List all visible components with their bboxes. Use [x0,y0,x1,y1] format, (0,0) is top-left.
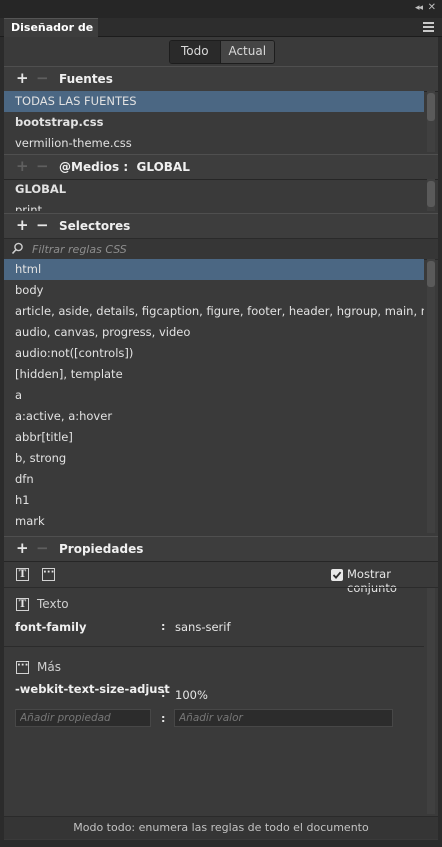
properties-scrollbar[interactable] [427,588,435,814]
add-property-button[interactable]: + [16,539,29,557]
property-value[interactable]: 100% [175,688,208,702]
sources-title: Fuentes [59,72,113,86]
more-category-label: Más [37,660,61,674]
property-name[interactable]: font-family [15,620,87,634]
selectors-title: Selectores [59,219,131,233]
properties-header: + − Propiedades [4,536,438,562]
selector-item[interactable]: h1 [4,490,424,511]
search-icon [11,242,23,255]
media-scope: GLOBAL [136,160,190,174]
panel-tab-css-designer[interactable]: Diseñador de CSS [4,18,98,52]
more-category-icon[interactable]: ··· [42,568,55,581]
remove-property-button[interactable]: − [36,539,49,557]
media-item[interactable]: print [4,200,424,211]
more-icon: ··· [16,661,29,674]
property-separator: : [161,712,166,725]
remove-media-button[interactable]: − [36,157,49,175]
selector-item[interactable]: abbr[title] [4,427,424,448]
text-category-label: Texto [37,597,69,611]
property-separator: : [161,687,166,700]
add-property-input[interactable] [15,709,151,727]
checkmark-icon [332,571,342,579]
mode-current-button[interactable]: Actual [220,41,274,63]
remove-selector-button[interactable]: − [36,216,49,234]
add-selector-button[interactable]: + [16,216,29,234]
selector-item[interactable]: audio:not([controls]) [4,343,424,364]
selector-item[interactable]: a [4,385,424,406]
sources-scroll-thumb[interactable] [427,93,435,121]
add-media-button[interactable]: + [16,157,29,175]
text-category-icon[interactable]: T [16,568,29,581]
add-value-input[interactable] [174,709,393,727]
media-item[interactable]: GLOBAL [4,179,424,200]
category-divider [4,646,424,647]
selector-filter-bar [4,238,438,260]
source-item[interactable]: vermilion-theme.css [4,133,424,154]
close-icon[interactable]: ✕ [428,2,436,13]
source-item[interactable]: bootstrap.css [4,112,424,133]
selector-item[interactable]: [hidden], template [4,364,424,385]
selectors-scrollbar[interactable] [427,259,435,533]
text-icon: T [16,598,29,611]
mode-all-button[interactable]: Todo [170,41,221,63]
selector-item[interactable]: audio, canvas, progress, video [4,322,424,343]
sources-header: + − Fuentes [4,66,438,92]
status-footer: Modo todo: enumera las reglas de todo el… [4,816,438,839]
selector-filter-input[interactable] [30,240,424,258]
add-source-button[interactable]: + [16,69,29,87]
collapse-panel-icon[interactable]: ◂◂ [415,3,423,13]
selector-item[interactable]: article, aside, details, figcaption, fig… [4,301,424,322]
media-title: @Medios : GLOBAL [59,160,190,174]
selectors-scroll-thumb[interactable] [427,261,435,287]
show-set-checkbox[interactable] [331,569,343,581]
property-separator: : [161,620,166,633]
window-top-bar [0,0,442,18]
properties-title: Propiedades [59,542,144,556]
media-scroll-thumb[interactable] [427,181,435,207]
panel-menu-icon[interactable] [423,22,434,34]
selector-item[interactable]: mark [4,511,424,532]
selectors-header: + − Selectores [4,213,438,239]
selector-item[interactable]: dfn [4,469,424,490]
property-value[interactable]: sans-serif [175,620,231,634]
remove-source-button[interactable]: − [36,69,49,87]
properties-divider [4,587,438,588]
selector-item[interactable]: b, strong [4,448,424,469]
selector-item[interactable]: html [4,259,424,280]
selector-item[interactable]: body [4,280,424,301]
mode-toggle: Todo Actual [169,40,275,64]
source-item[interactable]: TODAS LAS FUENTES [4,91,424,112]
property-name[interactable]: -webkit-text-size-adjust [15,682,170,696]
selector-item[interactable]: a:active, a:hover [4,406,424,427]
media-header: + − @Medios : GLOBAL [4,154,438,180]
